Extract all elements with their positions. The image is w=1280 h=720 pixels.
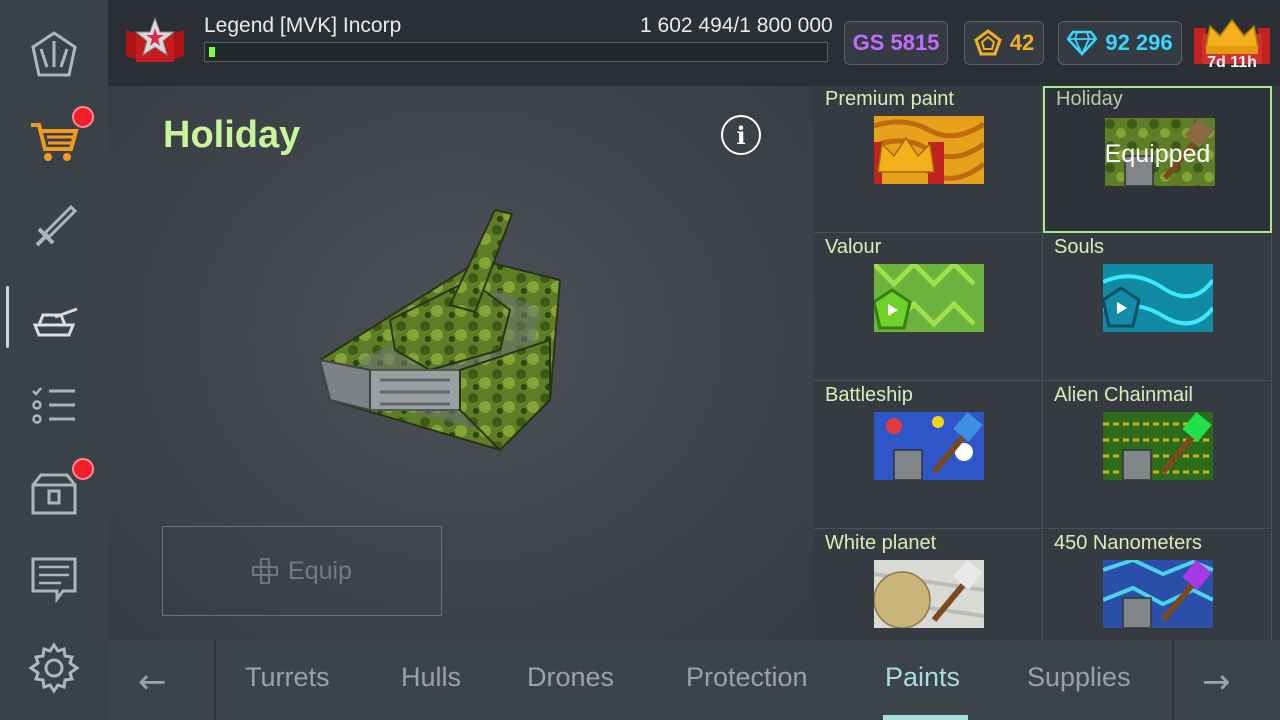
paint-cell-holiday[interactable]: Holiday Equipped xyxy=(1043,86,1272,233)
paint-cell-alien-chainmail[interactable]: Alien Chainmail xyxy=(1043,382,1272,529)
battleship-paint-thumbnail xyxy=(874,412,984,480)
premium-time-left: 7d 11h xyxy=(1207,54,1257,71)
paint-cell-450-nanometers[interactable]: 450 Nanometers xyxy=(1043,530,1272,640)
news-icon xyxy=(31,557,77,604)
sidebar-item-garage[interactable] xyxy=(0,278,108,358)
settings-gear-icon xyxy=(28,642,80,694)
gamepad-icon xyxy=(252,558,278,584)
paint-label: Alien Chainmail xyxy=(1054,384,1193,406)
active-tab-underline xyxy=(883,715,968,720)
paint-label: Valour xyxy=(825,236,882,258)
garage-tank-icon xyxy=(32,307,78,337)
premium-paint-thumbnail xyxy=(874,116,984,184)
experience-text: 1 602 494/1 800 000 xyxy=(640,14,833,37)
paint-cell-battleship[interactable]: Battleship xyxy=(814,382,1043,529)
tokens-value: 42 xyxy=(1009,30,1035,55)
tab-divider-left xyxy=(214,640,216,720)
containers-notification-badge xyxy=(72,458,94,480)
player-name: Legend [MVK] Incorp xyxy=(204,14,402,37)
sidebar-item-settings[interactable] xyxy=(0,628,108,708)
info-button[interactable]: i xyxy=(721,115,761,155)
sidebar-item-battle[interactable] xyxy=(0,188,108,268)
token-pentagon-icon xyxy=(973,29,1002,56)
alien-chainmail-paint-thumbnail xyxy=(1103,412,1213,480)
missions-list-icon xyxy=(32,387,75,424)
souls-paint-thumbnail xyxy=(1103,264,1213,332)
450-nanometers-paint-thumbnail xyxy=(1103,560,1213,628)
sidebar-item-missions[interactable] xyxy=(0,364,108,444)
item-title: Holiday xyxy=(163,114,301,156)
valour-paint-thumbnail xyxy=(874,264,984,332)
crystals-value: 92 296 xyxy=(1105,30,1173,55)
paint-label: 450 Nanometers xyxy=(1054,532,1202,554)
tab-drones[interactable]: Drones xyxy=(527,662,614,693)
equip-button-label: Equip xyxy=(288,556,352,585)
white-planet-paint-thumbnail xyxy=(874,560,984,628)
tabs-left-arrow-icon[interactable]: ← xyxy=(138,662,167,702)
equipped-status: Equipped xyxy=(1104,140,1211,168)
paint-label: Battleship xyxy=(825,384,913,406)
weapon-sword-icon xyxy=(35,204,78,247)
paint-label: Holiday xyxy=(1056,88,1123,110)
paint-cell-souls[interactable]: Souls xyxy=(1043,234,1272,381)
paint-cell-valour[interactable]: Valour xyxy=(814,234,1043,381)
paint-label: Souls xyxy=(1054,236,1105,258)
shop-notification-badge xyxy=(72,106,94,128)
crystals-pill[interactable]: 92 296 xyxy=(1058,21,1182,65)
tab-divider-right xyxy=(1172,640,1174,720)
sidebar xyxy=(0,0,108,720)
paint-label: Premium paint xyxy=(825,88,954,110)
experience-bar xyxy=(204,42,828,62)
home-icon xyxy=(31,31,77,77)
tank-3d-preview[interactable] xyxy=(300,200,570,470)
experience-bar-fill xyxy=(209,47,215,57)
tokens-pill[interactable]: 42 xyxy=(964,21,1044,65)
equip-button[interactable]: Equip xyxy=(162,526,442,616)
tab-turrets[interactable]: Turrets xyxy=(245,662,330,693)
sidebar-item-home[interactable] xyxy=(0,14,108,94)
tab-supplies[interactable]: Supplies xyxy=(1027,662,1131,693)
paint-label: White planet xyxy=(825,532,937,554)
tabs-right-arrow-icon[interactable]: → xyxy=(1202,662,1231,702)
paint-cell-white-planet[interactable]: White planet xyxy=(814,530,1043,640)
sidebar-item-news[interactable] xyxy=(0,538,108,618)
paints-grid: Premium paint Holiday Equipped Valour So… xyxy=(814,86,1280,640)
gear-score-pill: GS 5815 xyxy=(844,21,948,65)
info-icon: i xyxy=(736,120,746,150)
tab-protection[interactable]: Protection xyxy=(686,662,808,693)
legend-rank-icon xyxy=(126,16,184,62)
crystal-diamond-icon xyxy=(1067,30,1098,56)
tab-hulls[interactable]: Hulls xyxy=(401,662,461,693)
gear-score-value: GS 5815 xyxy=(852,30,940,55)
paint-cell-premium-paint[interactable]: Premium paint xyxy=(814,86,1043,233)
tab-paints[interactable]: Paints xyxy=(885,662,960,693)
